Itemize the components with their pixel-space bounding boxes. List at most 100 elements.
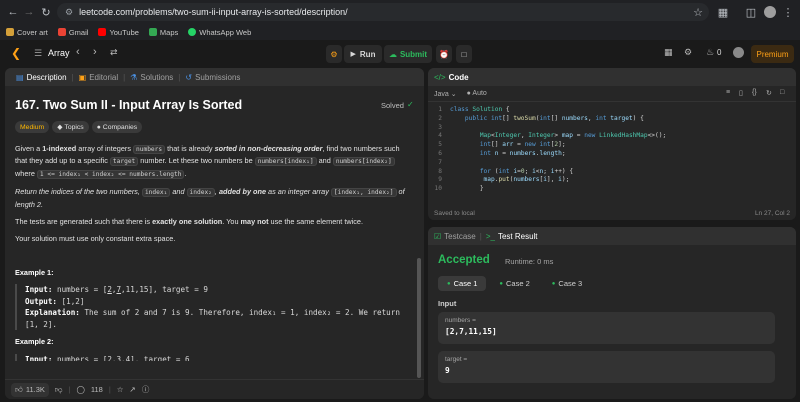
bookmark-maps[interactable]: Maps: [148, 28, 178, 37]
input-target-box[interactable]: target = 9: [438, 351, 775, 383]
input-value: [2,7,11,15]: [445, 327, 497, 336]
example-2-block: Input: numbers = [2,3,4], target = 6 Out…: [15, 353, 410, 361]
profile-avatar[interactable]: [764, 6, 776, 18]
help-icon[interactable]: ⓘ: [142, 384, 150, 395]
tab-test-result[interactable]: >_ Test Result: [486, 232, 538, 241]
cursor-position: Ln 27, Col 2: [754, 209, 790, 217]
browser-menu-icon[interactable]: ⋮: [779, 3, 797, 21]
star-icon[interactable]: ☆: [117, 385, 124, 394]
extensions-icon[interactable]: ▦: [714, 3, 732, 21]
tab-description[interactable]: ▤ Description: [11, 73, 72, 82]
code-brackets-icon: </>: [434, 72, 446, 82]
streak-count: 0: [717, 48, 722, 57]
code-line: 10 }: [434, 185, 484, 193]
comment-count: 118: [90, 385, 103, 394]
settings-icon[interactable]: ⚙: [684, 47, 692, 58]
statement-paragraph-3: The tests are generated such that there …: [15, 217, 364, 227]
bookmarks-bar: Cover art Gmail YouTube Maps WhatsApp We…: [0, 24, 800, 40]
comment-icon[interactable]: ◯: [76, 385, 84, 394]
bookmark-icon: [6, 28, 14, 36]
leetcode-logo-icon[interactable]: ❮: [11, 46, 23, 60]
solved-status: Solved: [381, 101, 404, 110]
example-1-heading: Example 1:: [15, 267, 54, 277]
code-line: 3: [438, 123, 442, 131]
code-line: 9 map.put(numbers[i], i);: [438, 176, 570, 184]
user-avatar[interactable]: [733, 47, 744, 58]
example-1-block: Input: numbers = [2,7,11,15], target = 9…: [15, 284, 410, 331]
run-button[interactable]: ▶ Run: [344, 45, 382, 63]
braces-icon[interactable]: {}: [752, 89, 757, 96]
next-problem-icon[interactable]: ›: [93, 46, 97, 58]
tab-editorial[interactable]: ▣ Editorial: [74, 73, 123, 82]
footer-divider: |: [68, 385, 71, 394]
bookmark-whatsapp[interactable]: WhatsApp Web: [188, 28, 251, 37]
forward-icon[interactable]: →: [20, 3, 38, 21]
history-icon: ↺: [185, 72, 193, 82]
statement-paragraph-1: Given a 1-indexed array of integers numb…: [15, 144, 400, 179]
topics-tag[interactable]: ◆ Topics: [52, 121, 89, 133]
share-icon[interactable]: ↗: [130, 385, 136, 394]
like-button[interactable]: 👍︎ 11.3K: [11, 382, 49, 397]
upload-cloud-icon: ☁: [388, 49, 397, 59]
bookmark-cover-art[interactable]: Cover art: [6, 28, 48, 37]
layout-grid-icon[interactable]: ▦: [664, 47, 673, 58]
notes-button[interactable]: □: [456, 45, 472, 63]
companies-tag[interactable]: ● Companies: [91, 121, 143, 133]
example-2-heading: Example 2:: [15, 337, 54, 347]
difficulty-badge[interactable]: Medium: [15, 121, 50, 133]
tab-testcase[interactable]: ☑ Testcase: [434, 232, 476, 241]
code-line: 2 public int[] twoSum(int[] numbers, int…: [438, 114, 644, 122]
terminal-icon: >_: [485, 231, 495, 241]
lock-icon: ●: [96, 123, 101, 131]
case-3-tab[interactable]: ● Case 3: [543, 276, 591, 291]
problem-statement: Given a 1-indexed array of integers numb…: [15, 143, 410, 361]
timer-button[interactable]: ⏰: [436, 45, 452, 63]
submit-button[interactable]: ☁ Submit: [384, 45, 432, 63]
case-1-tab[interactable]: ● Case 1: [438, 276, 487, 291]
code-line: 1 class Solution {: [438, 106, 510, 113]
site-info-icon[interactable]: ⚙: [65, 7, 73, 18]
reset-icon[interactable]: ↻: [766, 89, 772, 97]
prev-problem-icon[interactable]: ‹: [76, 46, 80, 58]
tab-solutions[interactable]: ⚗ Solutions: [125, 73, 178, 82]
auto-toggle[interactable]: ● Auto: [467, 90, 487, 97]
case-2-tab[interactable]: ● Case 2: [490, 276, 538, 291]
reload-icon[interactable]: ↻: [37, 3, 55, 21]
maps-icon: [148, 28, 157, 36]
url-input[interactable]: ⚙ leetcode.com/problems/two-sum-ii-input…: [57, 3, 709, 21]
problem-list-label[interactable]: Array: [48, 48, 70, 58]
debug-button[interactable]: ⚙: [326, 45, 342, 63]
tab-submissions[interactable]: ↺ Submissions: [180, 73, 245, 82]
alarm-icon: ⏰: [439, 49, 449, 59]
lock-icon: ●: [466, 90, 471, 97]
fullscreen-icon[interactable]: □: [780, 89, 784, 96]
pass-dot-icon: ●: [499, 280, 504, 287]
bookmark-gmail[interactable]: Gmail: [57, 28, 88, 37]
streak-fire-icon[interactable]: ♨: [706, 47, 714, 58]
thumbs-down-icon[interactable]: 👎︎: [55, 385, 63, 395]
bug-icon: ⚙: [330, 49, 338, 59]
description-footer: 👍︎ 11.3K 👎︎ | ◯ 118 | ☆ ↗ ⓘ: [5, 379, 424, 399]
browser-chrome: ← → ↻ ⚙ leetcode.com/problems/two-sum-ii…: [0, 0, 800, 40]
problem-title[interactable]: 167. Two Sum II - Input Array Is Sorted: [15, 98, 242, 112]
shuffle-icon[interactable]: ⇄: [110, 47, 118, 58]
premium-button[interactable]: Premium: [751, 45, 794, 63]
language-select[interactable]: Java ⌄: [434, 90, 457, 98]
pass-dot-icon: ●: [447, 280, 451, 287]
sidepanel-icon[interactable]: ◫: [742, 3, 760, 21]
gmail-icon: [57, 28, 66, 36]
format-icon[interactable]: ≡: [726, 89, 730, 96]
bookmark-youtube[interactable]: YouTube: [98, 28, 139, 37]
bookmark-icon[interactable]: ▯: [739, 89, 743, 97]
problem-list-icon[interactable]: ☰: [34, 48, 42, 59]
statement-paragraph-2: Return the indices of the two numbers, i…: [15, 187, 405, 209]
left-tabs: ▤ Description | ▣ Editorial | ⚗ Solutions |…: [5, 68, 424, 86]
footer-divider: |: [108, 385, 111, 394]
code-content[interactable]: 1 class Solution { 2 public int[] twoSum(…: [428, 106, 796, 194]
input-name: numbers =: [445, 317, 476, 324]
input-numbers-box[interactable]: numbers = [2,7,11,15]: [438, 312, 775, 344]
description-scrollbar[interactable]: [417, 258, 421, 378]
statement-paragraph-4: Your solution must use only constant ext…: [15, 234, 176, 244]
flask-icon: ⚗: [130, 72, 138, 82]
bookmark-star-icon[interactable]: ☆: [689, 3, 707, 21]
